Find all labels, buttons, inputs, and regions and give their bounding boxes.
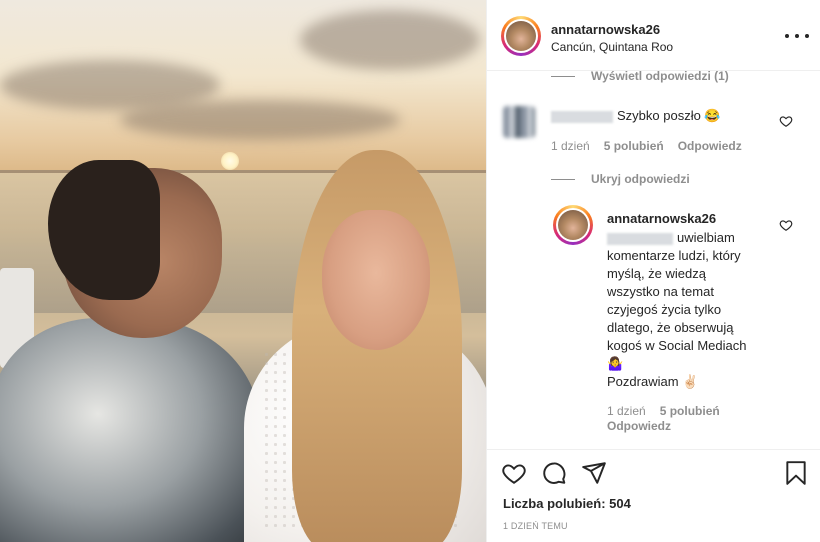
reply-line: 🤷‍♀️ xyxy=(607,356,624,371)
reply-meta: 1 dzień 5 polubień Odpowiedz xyxy=(607,404,767,434)
post-side-panel: annatarnowska26 Cancún, Quintana Roo Wyś… xyxy=(486,0,820,542)
woman-face xyxy=(322,210,430,350)
mentioned-username[interactable] xyxy=(607,232,673,245)
reply-text: uwielbiam komentarze ludzi, który myślą,… xyxy=(607,229,797,391)
replies-dash xyxy=(551,75,575,77)
reply-username[interactable]: annatarnowska26 xyxy=(607,211,716,226)
reply-reply-button[interactable]: Odpowiedz xyxy=(607,419,671,433)
reply-likes[interactable]: 5 polubień xyxy=(660,404,720,418)
view-replies-button[interactable]: Wyświetl odpowiedzi (1) xyxy=(551,71,729,83)
heart-icon[interactable] xyxy=(501,460,527,486)
reply-line: komentarze ludzi, który xyxy=(607,248,741,263)
post-location[interactable]: Cancún, Quintana Roo xyxy=(551,40,673,54)
comments-list[interactable]: Wyświetl odpowiedzi (1) Szybko poszło 😂 … xyxy=(487,71,820,449)
comment-1-time[interactable]: 1 dzień xyxy=(551,139,590,153)
comment-1: Szybko poszło 😂 xyxy=(551,107,721,125)
bookmark-icon[interactable] xyxy=(783,460,809,486)
share-icon[interactable] xyxy=(581,460,607,486)
avatar[interactable] xyxy=(501,16,541,56)
comment-1-meta: 1 dzień 5 polubień Odpowiedz xyxy=(551,139,742,153)
commenter-username[interactable] xyxy=(551,110,613,123)
cloud xyxy=(120,100,400,140)
view-replies-label: Wyświetl odpowiedzi (1) xyxy=(591,71,729,83)
hide-replies-label: Ukryj odpowiedzi xyxy=(591,172,690,186)
commenter-avatar[interactable] xyxy=(503,106,535,138)
comment-1-reply-button[interactable]: Odpowiedz xyxy=(678,139,742,153)
reply-line: czyjegoś życia tylko xyxy=(607,302,722,317)
comment-1-text: Szybko poszło 😂 xyxy=(617,108,721,123)
cloud xyxy=(300,10,480,70)
post-photo[interactable] xyxy=(0,0,486,542)
man-shirt xyxy=(0,318,260,542)
reply-line: uwielbiam xyxy=(677,230,735,245)
reply-avatar[interactable] xyxy=(553,205,593,245)
reply-line: Pozdrawiam ✌🏻 xyxy=(607,374,699,389)
sun xyxy=(221,152,239,170)
post-header: annatarnowska26 Cancún, Quintana Roo xyxy=(487,0,820,71)
reply-time[interactable]: 1 dzień xyxy=(607,404,646,418)
reply-line: wszystko na temat xyxy=(607,284,714,299)
reply-line: myślą, że wiedzą xyxy=(607,266,706,281)
comment-1-likes[interactable]: 5 polubień xyxy=(604,139,664,153)
reply-line: kogoś w Social Mediach xyxy=(607,338,747,353)
hide-replies-button[interactable]: Ukryj odpowiedzi xyxy=(551,172,690,186)
more-icon[interactable] xyxy=(785,26,809,46)
comment-icon[interactable] xyxy=(541,460,567,486)
post-username[interactable]: annatarnowska26 xyxy=(551,22,660,37)
post-actions: Liczba polubień: 504 1 DZIEŃ TEMU xyxy=(487,450,820,542)
heart-icon[interactable] xyxy=(779,114,793,128)
post-time[interactable]: 1 DZIEŃ TEMU xyxy=(503,521,568,531)
likes-count[interactable]: Liczba polubień: 504 xyxy=(503,496,631,511)
replies-dash xyxy=(551,178,575,180)
reply-line: dlatego, że obserwują xyxy=(607,320,734,335)
post-dialog: annatarnowska26 Cancún, Quintana Roo Wyś… xyxy=(0,0,820,542)
